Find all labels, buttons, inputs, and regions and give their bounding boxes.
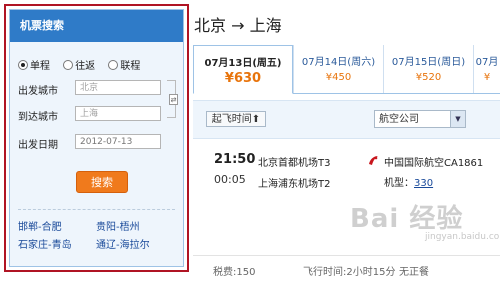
hot-route-link[interactable]: 邯郸-合肥 [18, 218, 62, 233]
sort-up-icon: ⬆ [251, 114, 261, 125]
radio-icon[interactable] [63, 60, 74, 70]
arrival-airport: 上海浦东机场T2 [258, 179, 331, 190]
departure-airport: 北京首都机场T3 [258, 158, 331, 169]
divider [18, 209, 175, 210]
swap-cities-button[interactable]: ⇄ [169, 94, 178, 105]
aircraft-model-link[interactable]: 330 [414, 178, 433, 189]
flight-row[interactable]: 21:50 00:05 北京首都机场T3 上海浦东机场T2 中国国际航空CA18… [193, 145, 500, 195]
search-panel-highlight: 机票搜索 单程 往返 联程 出发城市 北京 到达城市 上海 ⇄ 出发日期 201… [4, 4, 189, 272]
to-city-input[interactable]: 上海 [75, 106, 161, 121]
sort-departure-time-button[interactable]: 起飞时间⬆ [206, 111, 266, 127]
radio-icon[interactable] [108, 60, 119, 70]
to-city-label: 到达城市 [18, 112, 58, 123]
date-tab-date: 07月13日(周五) [204, 58, 282, 69]
departure-date-input[interactable]: 2012-07-13 [75, 134, 161, 149]
date-tab[interactable]: 07月15日(周日) ¥520 [383, 45, 473, 93]
flight-info-row: 税费:150 飞行时间:2小时15分 无正餐 [193, 255, 500, 282]
airline-name: 中国国际航空CA1861 [384, 158, 484, 169]
aircraft-model: 机型：330 [384, 178, 434, 189]
duration-text: 飞行时间:2小时15分 [303, 267, 396, 278]
meal-text: 无正餐 [399, 267, 429, 278]
date-tab-date: 07月14日(周六) [301, 57, 376, 68]
route-title: 北京 → 上海 [194, 16, 282, 35]
date-tab-price: ¥520 [415, 72, 442, 83]
date-tab-date: 07月 [475, 57, 499, 68]
date-tab-price: ¥ [483, 72, 491, 83]
panel-title: 机票搜索 [10, 10, 183, 42]
search-button[interactable]: 搜索 [76, 171, 128, 193]
date-tab[interactable]: 07月14日(周六) ¥450 [293, 45, 383, 93]
chevron-down-icon[interactable]: ▼ [450, 111, 465, 127]
filter-bar: 起飞时间⬆ 航空公司 ▼ [193, 100, 500, 139]
trip-type-oneway[interactable]: 单程 [18, 57, 50, 72]
trip-type-multicity[interactable]: 联程 [108, 57, 140, 72]
radio-icon[interactable] [18, 60, 28, 70]
watermark-url: jingyan.baidu.com [425, 232, 500, 242]
hot-route-link[interactable]: 通辽-海拉尔 [96, 236, 150, 251]
from-city-input[interactable]: 北京 [75, 80, 161, 95]
date-tab-date: 07月15日(周日) [391, 57, 466, 68]
air-china-logo-icon [369, 156, 378, 165]
date-label: 出发日期 [18, 140, 58, 151]
hot-route-link[interactable]: 石家庄-青岛 [18, 236, 72, 251]
date-tab[interactable]: 07月 ¥ [473, 45, 500, 93]
from-city-label: 出发城市 [18, 86, 58, 97]
trip-type-group: 单程 往返 联程 [18, 57, 150, 72]
watermark-logo: Bai 经验 [350, 204, 464, 234]
tax-text: 税费:150 [213, 267, 256, 278]
date-tab-price: ¥630 [224, 71, 262, 86]
date-tab[interactable]: 07月13日(周五) ¥630 [193, 45, 293, 94]
trip-type-roundtrip[interactable]: 往返 [63, 57, 95, 72]
swap-icon: ⇄ [170, 96, 177, 104]
date-tabs: 07月13日(周五) ¥630 07月14日(周六) ¥450 07月15日(周… [193, 45, 500, 94]
date-tab-price: ¥450 [325, 72, 352, 83]
departure-time: 21:50 [214, 152, 256, 167]
flight-search-panel: 机票搜索 单程 往返 联程 出发城市 北京 到达城市 上海 ⇄ 出发日期 201… [9, 9, 184, 267]
hot-route-link[interactable]: 贵阳-梧州 [96, 218, 140, 233]
airline-select[interactable]: 航空公司 ▼ [374, 110, 466, 128]
arrival-time: 00:05 [214, 173, 246, 186]
